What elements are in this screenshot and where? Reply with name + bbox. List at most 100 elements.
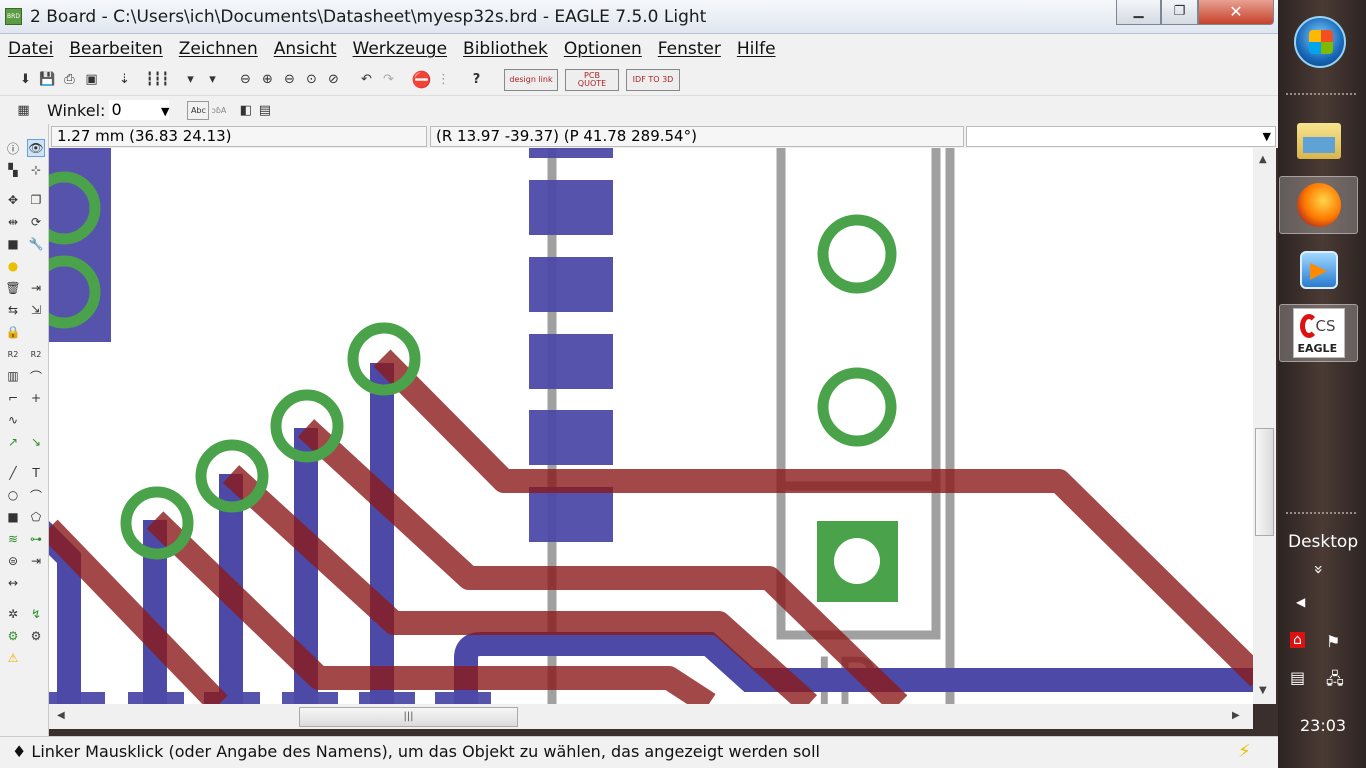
text-icon[interactable]: T	[27, 464, 45, 482]
design-link-button[interactable]: design link	[504, 68, 558, 91]
smash-icon[interactable]: ▥	[4, 367, 22, 385]
split-icon[interactable]: ⌐	[4, 389, 22, 407]
attribute-icon[interactable]: ⇥	[27, 552, 45, 570]
open-icon[interactable]: ⬇	[16, 70, 35, 89]
display-icon[interactable]: ▚	[4, 161, 22, 179]
mark-icon[interactable]: ⊹	[27, 161, 45, 179]
show-icon[interactable]: 👁	[27, 139, 45, 157]
zoom-select-icon[interactable]: ⊙	[302, 70, 321, 89]
eagle-task-button[interactable]: CS EAGLE	[1279, 304, 1358, 362]
print-icon[interactable]: ⎙	[60, 70, 79, 89]
tray-expand-icon[interactable]: ◀	[1296, 595, 1305, 609]
via-icon[interactable]: ≋	[4, 530, 22, 548]
cam-icon[interactable]: ▣	[82, 70, 101, 89]
drc-icon[interactable]: ⚙	[27, 627, 45, 645]
polygon-icon[interactable]: ⬠	[27, 508, 45, 526]
menu-ansicht[interactable]: Ansicht	[274, 39, 337, 59]
signal-icon[interactable]: ⊶	[27, 530, 45, 548]
explorer-task-button[interactable]	[1279, 112, 1358, 170]
autorouter-icon[interactable]: ↯	[27, 605, 45, 623]
grid-icon[interactable]: ▦	[14, 101, 33, 120]
vertical-scroll-thumb[interactable]	[1255, 428, 1274, 536]
close-button[interactable]: ✕	[1198, 0, 1274, 25]
hole-icon[interactable]: ⊜	[4, 552, 22, 570]
lock-icon[interactable]: ⇲	[27, 301, 45, 319]
ripup-icon[interactable]: ↘	[27, 433, 45, 451]
avira-icon[interactable]: ⌂	[1290, 632, 1305, 648]
window-select-icon[interactable]: ▾	[181, 70, 200, 89]
warning-icon[interactable]: ⚠	[4, 649, 22, 667]
change-icon[interactable]: 🔧	[27, 235, 45, 253]
script-icon[interactable]: ⇣	[115, 70, 134, 89]
stop-icon[interactable]: ⛔	[412, 70, 432, 89]
meander-icon[interactable]: ∿	[4, 411, 22, 429]
copy-icon[interactable]: ❐	[27, 191, 45, 209]
menu-datei[interactable]: Datei	[8, 39, 53, 59]
menu-optionen[interactable]: Optionen	[564, 39, 642, 59]
scroll-left-icon[interactable]: ◀	[57, 710, 65, 721]
ratio-grid-icon[interactable]: ▤	[255, 101, 274, 120]
usb-device-icon[interactable]: ▤	[1290, 668, 1305, 687]
zoom-fit-icon[interactable]: ⊖	[236, 70, 255, 89]
save-icon[interactable]: 💾	[38, 70, 57, 89]
firefox-task-button[interactable]	[1279, 176, 1358, 234]
arc-icon[interactable]: ⌒	[27, 486, 45, 504]
horizontal-scrollbar[interactable]: ◀ ||| ▶	[49, 704, 1253, 729]
zoom-redraw-icon[interactable]: ⊘	[324, 70, 343, 89]
wire-icon[interactable]: ╱	[4, 464, 22, 482]
rotate-icon[interactable]: ⟳	[27, 213, 45, 231]
padlock-icon[interactable]: 🔒	[4, 323, 22, 341]
paste-icon[interactable]: ●	[4, 257, 22, 275]
help-icon[interactable]: ?	[467, 70, 486, 89]
idf-to-3d-button[interactable]: IDF TO 3D	[626, 68, 680, 91]
zoom-out-icon[interactable]: ⊖	[280, 70, 299, 89]
window-select2-icon[interactable]: ▾	[203, 70, 222, 89]
pcb-quote-button[interactable]: PCB QUOTE	[565, 68, 619, 91]
vertical-scrollbar[interactable]: ▲ ▼	[1253, 148, 1276, 704]
scroll-down-icon[interactable]: ▼	[1259, 685, 1267, 696]
move-icon[interactable]: ✥	[4, 191, 22, 209]
scroll-up-icon[interactable]: ▲	[1259, 154, 1267, 165]
replace-icon[interactable]: ⇆	[4, 301, 22, 319]
menu-werkzeuge[interactable]: Werkzeuge	[353, 39, 448, 59]
info-icon[interactable]: ⓘ	[4, 139, 22, 157]
command-line[interactable]: ▼	[966, 126, 1276, 147]
ratio-solid-icon[interactable]: ◧	[236, 101, 255, 120]
board-canvas[interactable]: JP	[49, 148, 1253, 704]
text-abc-icon[interactable]: Abc	[187, 100, 210, 120]
erc-icon[interactable]: ⚙	[4, 627, 22, 645]
name-icon[interactable]: R2	[4, 345, 22, 363]
start-button[interactable]	[1294, 16, 1346, 68]
action-center-flag-icon[interactable]: ⚑	[1326, 632, 1340, 651]
network-icon[interactable]: 🖧	[1326, 668, 1344, 695]
winkel-select[interactable]: 0 ▼	[109, 100, 170, 120]
mirror-icon[interactable]: ⇹	[4, 213, 22, 231]
minimize-button[interactable]: ▁	[1116, 0, 1161, 25]
desktop-label[interactable]: Desktop	[1288, 532, 1358, 552]
rect-icon[interactable]: ■	[4, 508, 22, 526]
chevron-double-icon[interactable]: »	[1309, 565, 1328, 575]
menu-bibliothek[interactable]: Bibliothek	[463, 39, 548, 59]
go-icon[interactable]: ⋮	[434, 70, 453, 89]
miter-icon[interactable]: ⌒	[27, 367, 45, 385]
horizontal-scroll-thumb[interactable]: |||	[299, 707, 518, 727]
maximize-button[interactable]: ❐	[1161, 0, 1198, 25]
delete-icon[interactable]: 🗑	[4, 279, 22, 297]
text-mirror-icon[interactable]: ɔɓA	[209, 101, 228, 120]
undo-icon[interactable]: ↶	[357, 70, 376, 89]
add-icon[interactable]: ⇥	[27, 279, 45, 297]
ratsnest-icon[interactable]: ✲	[4, 605, 22, 623]
media-player-task-button[interactable]: ▶	[1279, 241, 1358, 299]
menu-fenster[interactable]: Fenster	[658, 39, 721, 59]
taskbar-clock[interactable]: 23:03	[1300, 716, 1346, 735]
circle-icon[interactable]: ○	[4, 486, 22, 504]
layers-icon[interactable]: ┇┇┇	[146, 70, 169, 89]
redo-icon[interactable]: ↷	[379, 70, 398, 89]
menu-bearbeiten[interactable]: Bearbeiten	[69, 39, 162, 59]
value-icon[interactable]: R2	[27, 345, 45, 363]
dimension-icon[interactable]: ↔	[4, 574, 22, 592]
optimize-icon[interactable]: +	[27, 389, 45, 407]
chevron-down-icon[interactable]: ▼	[1263, 130, 1271, 143]
menu-zeichnen[interactable]: Zeichnen	[179, 39, 258, 59]
route-icon[interactable]: ↗	[4, 433, 22, 451]
